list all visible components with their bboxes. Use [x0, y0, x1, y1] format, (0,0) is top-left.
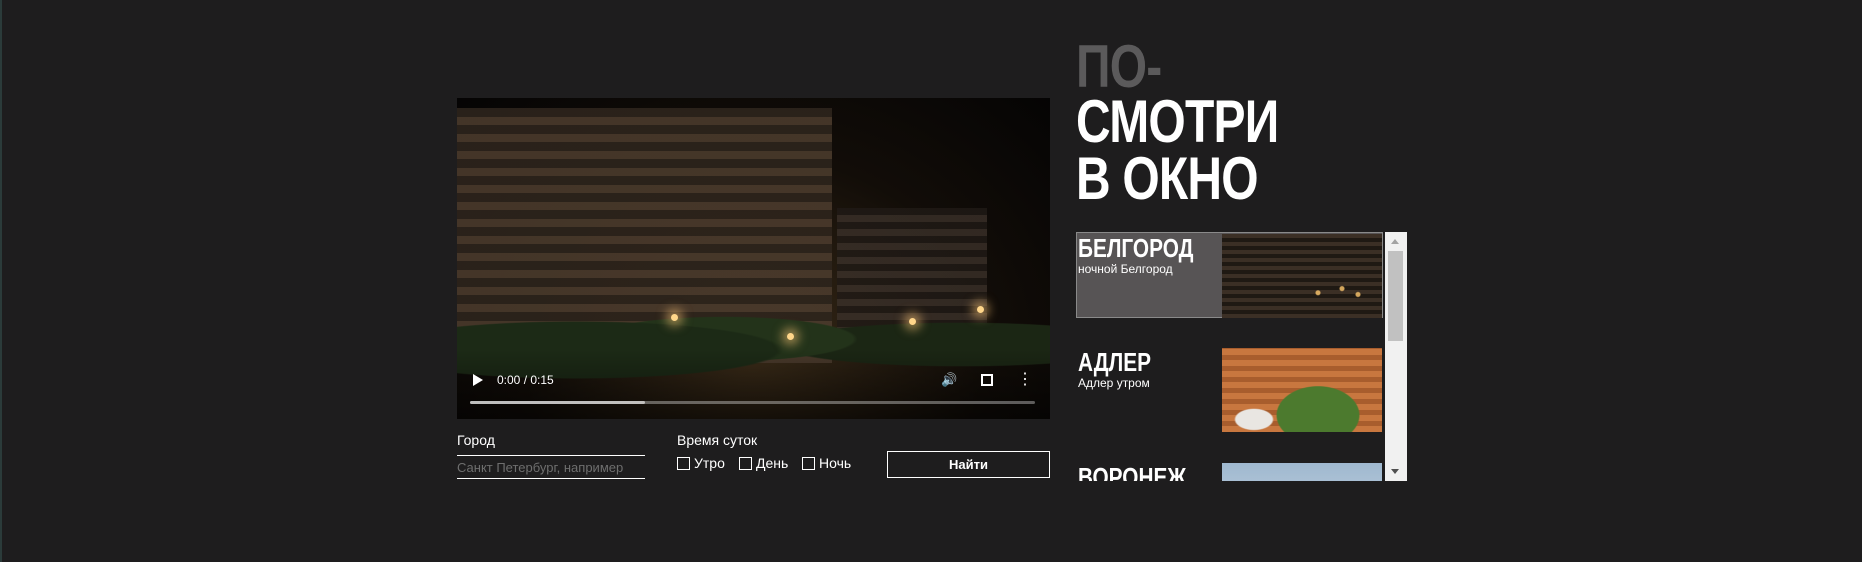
checkbox-label: Ночь [819, 455, 852, 471]
scroll-up-icon[interactable] [1391, 239, 1399, 244]
video-frame-streetlight [787, 333, 794, 340]
list-item-adler[interactable]: АДЛЕР Адлер утром [1076, 346, 1383, 432]
list-item-thumbnail [1222, 463, 1382, 481]
video-controls: 0:00 / 0:15 🔊 ⋮ [457, 359, 1050, 419]
play-icon[interactable] [471, 374, 483, 386]
video-player[interactable]: 0:00 / 0:15 🔊 ⋮ [457, 98, 1050, 419]
fullscreen-icon[interactable] [979, 372, 995, 388]
list-scrollbar[interactable] [1385, 232, 1407, 481]
list-item-voronezh[interactable]: ВОРОНЕЖ [1076, 461, 1383, 481]
video-list[interactable]: БЕЛГОРОД ночной Белгород АДЛЕР Адлер утр… [1076, 232, 1407, 481]
video-frame-streetlight [671, 314, 678, 321]
list-item-city: БЕЛГОРОД [1078, 233, 1194, 263]
checkbox-label: День [756, 455, 789, 471]
video-frame-streetlight [977, 306, 984, 313]
left-edge-strip [0, 0, 2, 562]
checkbox-day[interactable]: День [739, 455, 788, 471]
scroll-down-icon[interactable] [1391, 469, 1399, 474]
more-options-icon[interactable]: ⋮ [1017, 372, 1033, 388]
list-item-city: ВОРОНЕЖ [1078, 462, 1187, 481]
list-item-city: АДЛЕР [1078, 347, 1151, 377]
time-of-day-label: Время суток [677, 432, 758, 448]
list-item-description: Адлер утром [1078, 376, 1150, 390]
checkbox-morning[interactable]: Утро [677, 455, 725, 471]
checkbox-box[interactable] [802, 456, 815, 470]
checkbox-night[interactable]: Ночь [802, 455, 851, 471]
checkbox-box[interactable] [677, 456, 690, 470]
volume-icon[interactable]: 🔊 [941, 372, 957, 388]
video-time: 0:00 / 0:15 [497, 373, 554, 387]
find-button[interactable]: Найти [887, 451, 1050, 478]
city-input[interactable] [457, 455, 645, 479]
page-title-line-3: В ОКНО [1076, 145, 1259, 212]
page-title-line-1: ПО- [1076, 33, 1162, 100]
video-buffered-bar [470, 401, 646, 404]
checkbox-box[interactable] [739, 456, 752, 470]
list-item-description: ночной Белгород [1078, 262, 1173, 276]
list-item-belgorod[interactable]: БЕЛГОРОД ночной Белгород [1076, 232, 1383, 318]
checkbox-label: Утро [694, 455, 725, 471]
city-label: Город [457, 432, 495, 448]
video-progress-bar[interactable] [470, 401, 1035, 404]
scrollbar-thumb[interactable] [1388, 251, 1403, 341]
page-title-line-2: СМОТРИ [1076, 88, 1279, 155]
list-item-thumbnail [1222, 234, 1382, 318]
video-frame-streetlight [909, 318, 916, 325]
list-item-thumbnail [1222, 348, 1382, 432]
